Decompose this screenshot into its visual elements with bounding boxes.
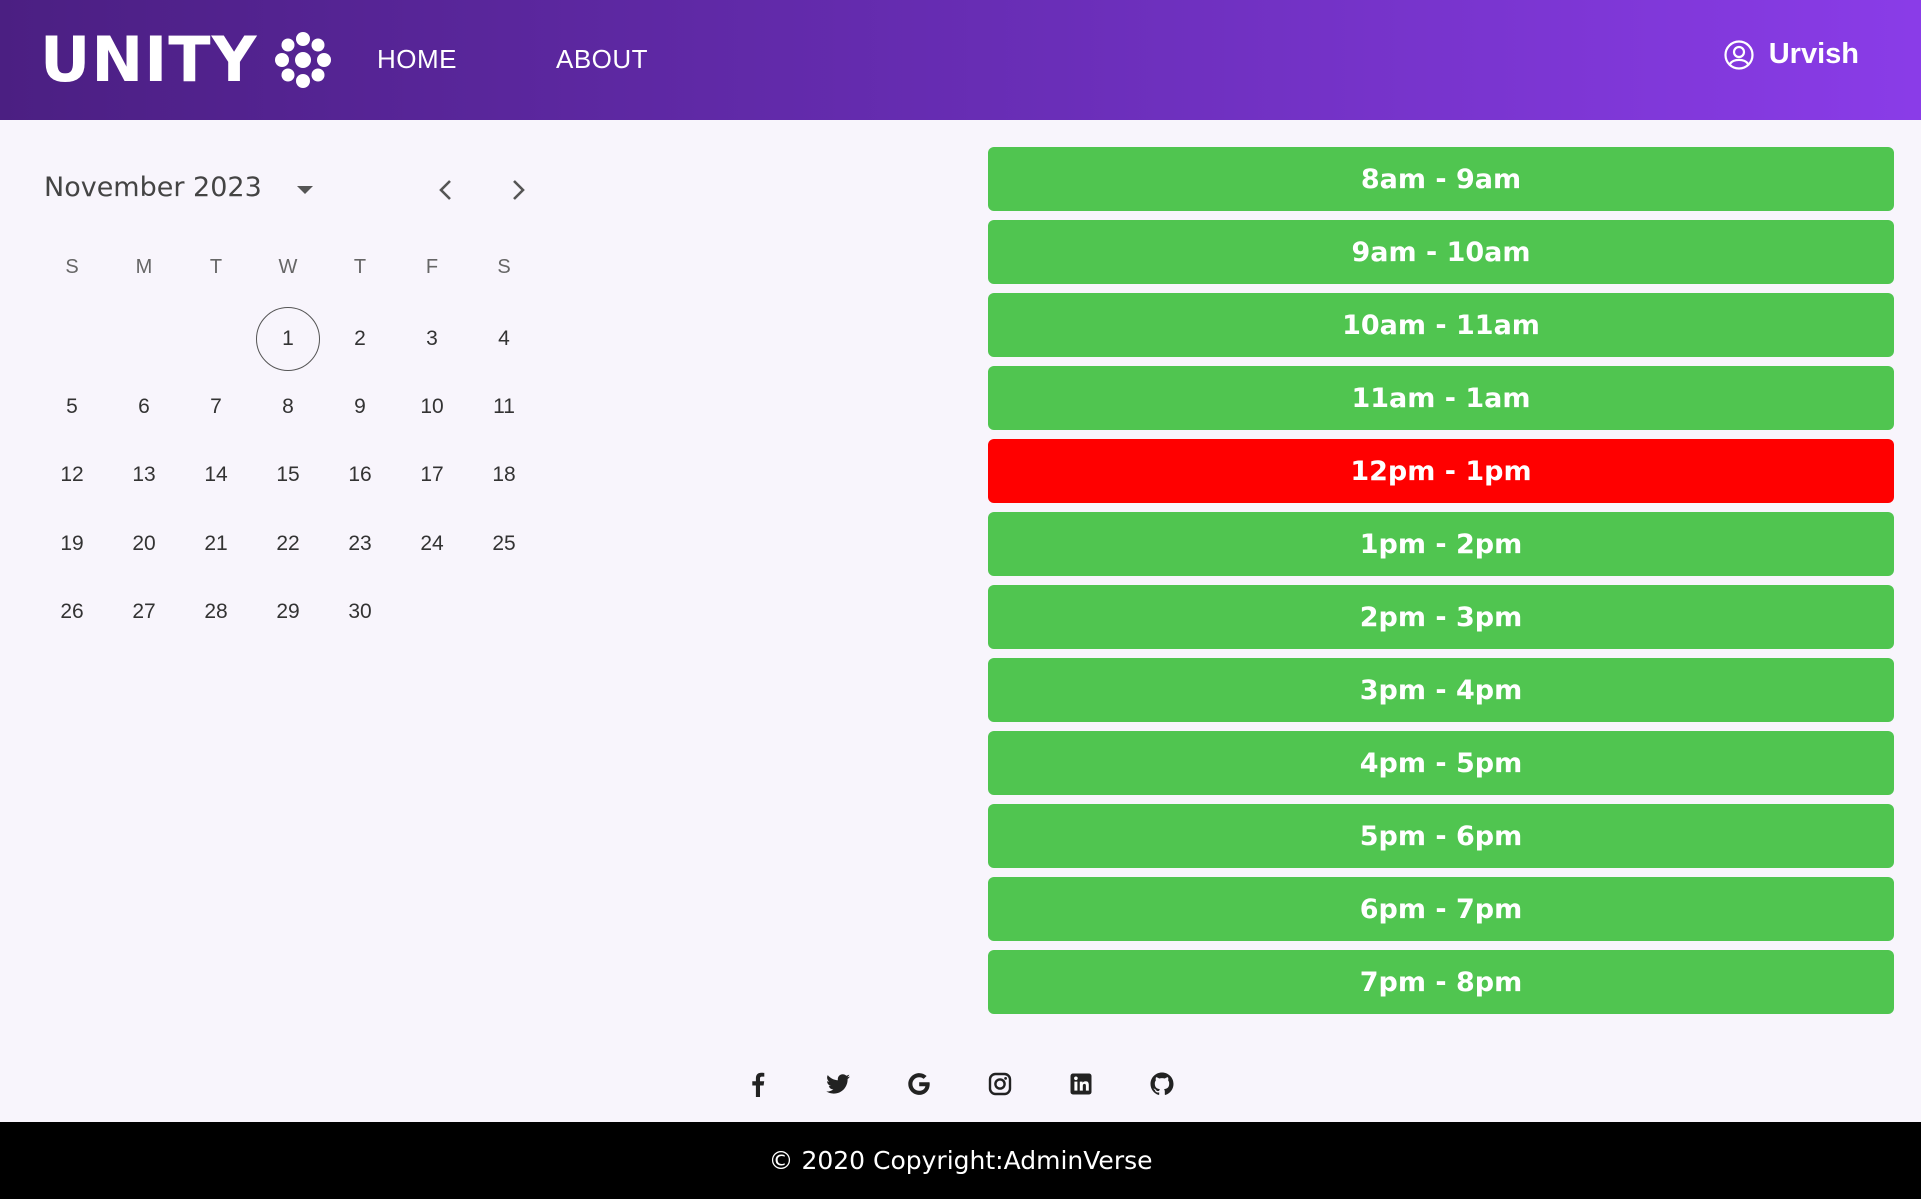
- user-name: Urvish: [1768, 38, 1859, 70]
- weekday-label: S: [65, 255, 79, 278]
- calendar-day[interactable]: 29: [256, 580, 320, 644]
- facebook-icon: [752, 1072, 765, 1097]
- time-slot-button[interactable]: 5pm - 6pm: [988, 804, 1894, 868]
- weekday-label: W: [278, 255, 298, 278]
- calendar-day[interactable]: 18: [472, 443, 536, 507]
- calendar-day[interactable]: 10: [400, 375, 464, 439]
- calendar-day[interactable]: 17: [400, 443, 464, 507]
- calendar-day[interactable]: 26: [40, 580, 104, 644]
- weekday-label: S: [497, 255, 511, 278]
- weekday-label: T: [209, 255, 223, 278]
- google-icon: [908, 1073, 930, 1095]
- calendar-day[interactable]: 28: [184, 580, 248, 644]
- weekday-label: T: [353, 255, 367, 278]
- calendar-day[interactable]: 25: [472, 512, 536, 576]
- calendar-day[interactable]: 30: [328, 580, 392, 644]
- calendar-day[interactable]: 3: [400, 307, 464, 371]
- weekday-label: F: [425, 255, 439, 278]
- github-link[interactable]: [1142, 1064, 1182, 1104]
- time-slot-button[interactable]: 7pm - 8pm: [988, 950, 1894, 1014]
- user-menu[interactable]: Urvish: [1723, 38, 1859, 71]
- nav-home-link[interactable]: HOME: [377, 44, 457, 75]
- calendar-day[interactable]: 9: [328, 375, 392, 439]
- time-slot-button[interactable]: 1pm - 2pm: [988, 512, 1894, 576]
- calendar-day[interactable]: 21: [184, 512, 248, 576]
- time-slot-button[interactable]: 10am - 11am: [988, 293, 1894, 357]
- logo-flower-icon: [274, 32, 331, 88]
- logo[interactable]: UNITY: [40, 22, 336, 98]
- google-link[interactable]: [899, 1064, 939, 1104]
- calendar-day[interactable]: 2: [328, 307, 392, 371]
- calendar-day[interactable]: 4: [472, 307, 536, 371]
- caret-down-icon: [297, 186, 313, 194]
- logo-text: UNITY: [40, 23, 258, 96]
- calendar-day[interactable]: 7: [184, 375, 248, 439]
- chevron-left-icon: [439, 180, 451, 200]
- calendar-day[interactable]: 19: [40, 512, 104, 576]
- instagram-icon: [988, 1072, 1012, 1096]
- calendar-day[interactable]: 22: [256, 512, 320, 576]
- calendar-day[interactable]: 6: [112, 375, 176, 439]
- calendar-header: November 2023: [36, 160, 536, 220]
- time-slot-button[interactable]: 9am - 10am: [988, 220, 1894, 284]
- social-links: [0, 1064, 1921, 1104]
- month-dropdown-button[interactable]: [289, 174, 321, 206]
- twitter-link[interactable]: [818, 1064, 858, 1104]
- calendar-day[interactable]: 14: [184, 443, 248, 507]
- calendar-day[interactable]: 5: [40, 375, 104, 439]
- chevron-right-icon: [513, 180, 525, 200]
- top-navbar: UNITY HOME ABOUT Urvish: [0, 0, 1921, 120]
- footer: © 2020 Copyright:AdminVerse: [0, 1122, 1921, 1199]
- weekday-label: M: [135, 255, 153, 278]
- calendar-day-today[interactable]: 1: [256, 307, 320, 371]
- time-slot-button[interactable]: 8am - 9am: [988, 147, 1894, 211]
- time-slot-button[interactable]: 6pm - 7pm: [988, 877, 1894, 941]
- next-month-button[interactable]: [502, 174, 534, 206]
- calendar-day[interactable]: 24: [400, 512, 464, 576]
- linkedin-link[interactable]: [1061, 1064, 1101, 1104]
- calendar-week-row: 26 27 28 29 30: [36, 600, 540, 672]
- calendar-day[interactable]: 13: [112, 443, 176, 507]
- time-slot-button[interactable]: 3pm - 4pm: [988, 658, 1894, 722]
- user-circle-icon: [1724, 39, 1754, 70]
- calendar-day[interactable]: 11: [472, 375, 536, 439]
- nav-about-link[interactable]: ABOUT: [556, 44, 648, 75]
- calendar-day[interactable]: 15: [256, 443, 320, 507]
- linkedin-icon: [1070, 1073, 1092, 1095]
- date-calendar: November 2023 SMTWTFS 1 2 3 4 5 6 7 8 9 10 11 12 13 1…: [36, 160, 536, 623]
- previous-month-button[interactable]: [430, 174, 462, 206]
- facebook-link[interactable]: [738, 1064, 778, 1104]
- time-slot-button[interactable]: 2pm - 3pm: [988, 585, 1894, 649]
- calendar-day[interactable]: 23: [328, 512, 392, 576]
- copyright-text: © 2020 Copyright:AdminVerse: [768, 1146, 1153, 1175]
- month-year-label[interactable]: November 2023: [44, 172, 262, 203]
- instagram-link[interactable]: [980, 1064, 1020, 1104]
- time-slot-button[interactable]: 4pm - 5pm: [988, 731, 1894, 795]
- calendar-day[interactable]: 8: [256, 375, 320, 439]
- time-slot-button[interactable]: 11am - 1am: [988, 366, 1894, 430]
- calendar-day[interactable]: 12: [40, 443, 104, 507]
- twitter-icon: [826, 1074, 850, 1094]
- calendar-day[interactable]: 20: [112, 512, 176, 576]
- github-icon: [1150, 1072, 1174, 1095]
- calendar-day[interactable]: 16: [328, 443, 392, 507]
- calendar-day[interactable]: 27: [112, 580, 176, 644]
- time-slot-booked[interactable]: 12pm - 1pm: [988, 439, 1894, 503]
